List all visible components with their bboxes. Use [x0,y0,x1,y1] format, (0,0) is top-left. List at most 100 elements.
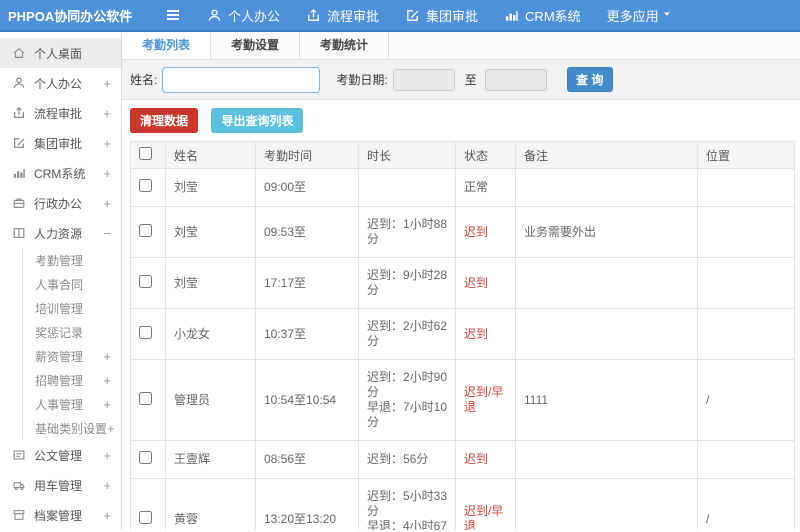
clean-data-button[interactable]: 清理数据 [130,108,199,133]
note-cell: 业务需要外出 [515,206,698,258]
sidebar-item-label: 个人办公 [34,76,83,91]
topnav-item-label: 集团审批 [426,8,479,24]
expand-sign: − [103,225,111,241]
sidebar-item[interactable]: 档案管理 + [0,500,121,530]
topnav-item-label: 个人办公 [228,8,281,24]
sidebar-item[interactable]: 人力资源 − [0,218,121,248]
date-to-input[interactable] [484,68,547,91]
status-cell: 迟到 [455,440,516,479]
sidebar-subitem[interactable]: 招聘管理 + [23,368,121,392]
time-cell: 09:53至 [255,206,359,258]
status-cell: 迟到/早退 [455,478,516,530]
sidebar-item[interactable]: 集团审批 + [0,128,121,158]
date-to-label: 至 [464,73,477,87]
note-cell [515,478,698,530]
topnav-item[interactable]: CRM系统 [504,6,581,25]
expand-sign: + [103,396,111,412]
sidebar-item-label: 档案管理 [34,508,83,523]
row-checkbox-cell [130,206,166,258]
select-all-checkbox[interactable] [139,147,152,160]
name-cell[interactable]: 管理员 [165,359,256,441]
sidebar-item[interactable]: 个人办公 + [0,68,121,98]
sidebar-item[interactable]: 用车管理 + [0,470,121,500]
column-header: 姓名 [165,141,256,169]
search-button[interactable]: 查 询 [566,67,613,92]
expand-sign: + [103,348,111,364]
row-checkbox[interactable] [139,325,152,339]
topnav-item[interactable]: 集团审批 [405,6,478,25]
status-cell: 迟到 [455,257,516,309]
row-checkbox[interactable] [139,391,152,405]
status-cell: 正常 [455,168,516,207]
sidebar-item-label: 人力资源 [34,226,83,241]
sidebar-item-label: CRM系统 [34,166,86,181]
tab-item[interactable]: 考勤统计 [300,32,390,59]
row-checkbox-cell [130,359,166,441]
topnav-item[interactable]: 更多应用 [607,6,680,25]
time-cell: 13:20至13:20 [255,478,359,530]
topbar: PHPOA协同办公软件 个人办公 流程审批 集团审批 CRM系统 更多应用 [0,0,800,32]
select-all-header-cell [130,141,166,169]
sidebar-subitem[interactable]: 基础类别设置 + [23,416,121,440]
sidebar-subitem[interactable]: 人事合同 [23,272,121,296]
sidebar-item-label: 用车管理 [34,478,83,493]
expand-sign: + [103,507,111,523]
table-row: 王壹辉 08:56至 迟到：56分 迟到 [130,440,795,479]
sidebar-subitem[interactable]: 培训管理 [23,296,121,320]
sidebar-subitem[interactable]: 奖惩记录 [23,320,121,344]
sidebar-subitem-label: 基础类别设置 [35,421,108,436]
sidebar-subitem[interactable]: 人事管理 + [23,392,121,416]
date-from-input[interactable] [392,68,455,91]
tab-item[interactable]: 考勤设置 [211,32,301,59]
sidebar: 个人桌面 个人办公 + 流程审批 + 集团审批 + CRM系统 + 行政办公 + 人力资源 − 考勤管理人… [0,32,122,530]
hamburger-icon[interactable] [165,7,185,23]
name-cell[interactable]: 王壹辉 [165,440,256,479]
status-cell: 迟到 [455,308,516,360]
doc-icon [12,448,26,462]
row-checkbox[interactable] [139,510,152,524]
topnav-item-label: 流程审批 [327,8,380,24]
name-cell[interactable]: 小龙女 [165,308,256,360]
tab-active[interactable]: 考勤列表 [122,32,212,59]
attendance-table: 姓名 考勤时间 时长 状态 备注 位置 刘莹 09:00至 正常 刘莹 09:53至 迟到：1小时8… [130,141,795,530]
table-row: 刘莹 17:17至 迟到：9小时28分 迟到 [130,257,795,309]
location-cell [697,257,795,309]
name-cell[interactable]: 刘莹 [165,206,256,258]
name-cell[interactable]: 刘莹 [165,168,256,207]
export-list-button[interactable]: 导出查询列表 [211,108,304,133]
row-checkbox[interactable] [139,179,152,192]
book-icon [12,226,26,240]
sidebar-item[interactable]: 公文管理 + [0,440,121,470]
sidebar-item[interactable]: CRM系统 + [0,158,121,188]
name-cell[interactable]: 刘莹 [165,257,256,309]
sidebar-submenu: 考勤管理 人事合同 培训管理 奖惩记录 薪资管理 + 招聘管理 + 人事管理 + 基础类别设置 + [22,248,121,440]
topnav-item[interactable]: 流程审批 [306,6,379,25]
name-cell[interactable]: 黄蓉 [165,478,256,530]
topnav-item[interactable]: 个人办公 [207,6,280,25]
chart-icon [12,166,26,180]
row-checkbox-cell [130,168,166,207]
sidebar-item[interactable]: 个人桌面 [0,38,121,68]
topbar-nav: 个人办公 流程审批 集团审批 CRM系统 更多应用 [207,6,706,25]
sidebar-subitem[interactable]: 考勤管理 [23,248,121,272]
user-icon [207,8,222,23]
sidebar-item[interactable]: 行政办公 + [0,188,121,218]
action-bar: 清理数据 导出查询列表 [122,100,800,141]
row-checkbox[interactable] [139,223,152,237]
row-checkbox[interactable] [139,451,152,464]
duration-cell: 迟到：2小时62分 [358,308,456,360]
name-filter-input[interactable] [162,66,321,93]
time-cell: 17:17至 [255,257,359,309]
tabbar: 考勤列表 考勤设置 考勤统计 [122,32,800,60]
user-icon [12,76,26,90]
sidebar-item[interactable]: 流程审批 + [0,98,121,128]
status-cell: 迟到/早退 [455,359,516,441]
table-row: 刘莹 09:00至 正常 [130,168,795,207]
row-checkbox[interactable] [139,274,152,288]
location-cell [697,440,795,479]
sidebar-subitem[interactable]: 薪资管理 + [23,344,121,368]
expand-sign: + [103,447,111,463]
duration-cell: 迟到：9小时28分 [358,257,456,309]
sidebar-subitem-label: 考勤管理 [35,253,84,268]
home-icon [12,46,26,60]
